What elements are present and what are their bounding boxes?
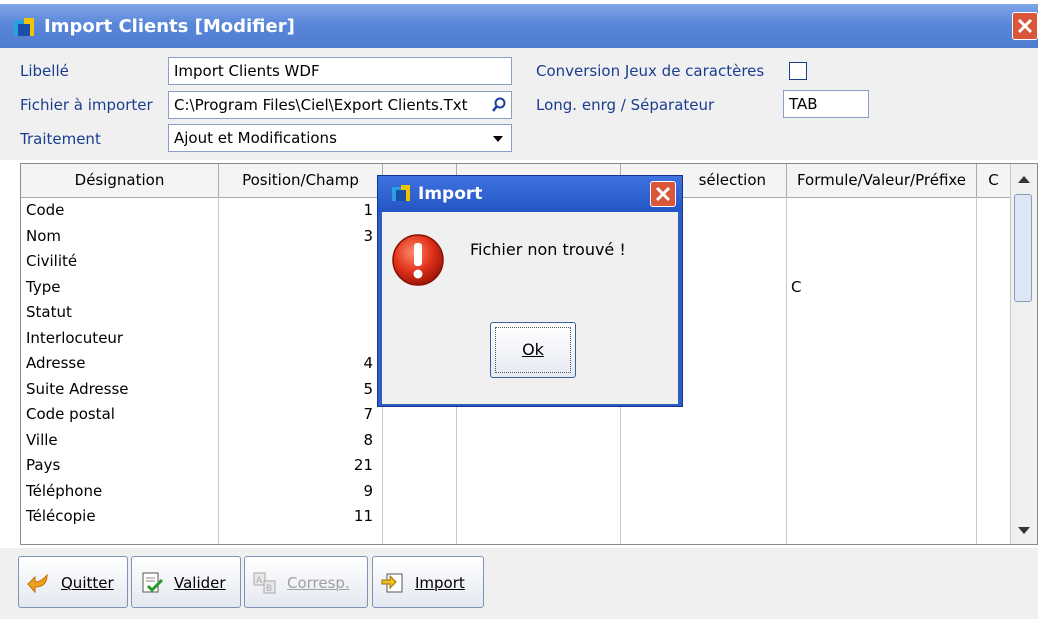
- app-logo-icon: [14, 18, 34, 36]
- import-label: Import: [415, 574, 465, 592]
- traitement-select[interactable]: Ajout et Modifications: [168, 124, 512, 152]
- corresp-label: Corresp.: [287, 574, 350, 592]
- cell-position: 3: [363, 226, 373, 245]
- scroll-up-icon[interactable]: [1018, 176, 1030, 183]
- cell-position: 7: [363, 405, 373, 423]
- cell-designation: Statut: [26, 303, 72, 321]
- table-row[interactable]: Télécopie 11: [21, 507, 1011, 532]
- long-label: Long. enrg / Séparateur: [536, 96, 715, 114]
- cell-position: 8: [363, 430, 373, 449]
- error-icon: [392, 234, 444, 286]
- cell-designation: Code postal: [26, 405, 115, 423]
- search-icon[interactable]: [491, 97, 507, 113]
- cell-designation: Pays: [26, 456, 61, 474]
- dialog-close-button[interactable]: [650, 181, 676, 207]
- dialog-title: Import: [418, 184, 483, 204]
- table-row[interactable]: Ville 8: [21, 431, 1011, 456]
- traitement-value: Ajout et Modifications: [174, 129, 337, 147]
- app-logo-icon: [392, 185, 410, 201]
- ok-button[interactable]: Ok: [490, 322, 576, 378]
- column-header-position[interactable]: Position/Champ: [219, 164, 383, 197]
- chevron-down-icon: [493, 136, 503, 142]
- cell-position: 11: [353, 507, 373, 525]
- bottom-toolbar: Quitter Valider A B Corresp. Import: [0, 548, 1038, 619]
- import-icon: [381, 573, 403, 593]
- valider-label: Valider: [174, 574, 226, 592]
- back-arrow-icon: [27, 573, 48, 594]
- cell-designation: Code: [26, 201, 65, 219]
- dialog-body: Fichier non trouvé ! Ok: [382, 212, 678, 404]
- import-clients-window: Import Clients [Modifier] Libellé Import…: [0, 0, 1038, 619]
- quitter-label: Quitter: [61, 574, 114, 592]
- error-dialog: Import Fichier non trouvé ! Ok: [377, 175, 683, 407]
- column-header-designation[interactable]: Désignation: [21, 164, 219, 197]
- close-icon: [1017, 18, 1033, 34]
- cell-designation: Nom: [26, 226, 62, 245]
- fichier-value: C:\Program Files\Ciel\Export Clients.Txt: [174, 96, 468, 114]
- cell-position: 21: [353, 456, 373, 474]
- cell-designation: Ville: [26, 430, 58, 449]
- import-button[interactable]: Import: [372, 556, 484, 608]
- scroll-down-icon[interactable]: [1018, 527, 1030, 534]
- dialog-message: Fichier non trouvé !: [470, 240, 626, 259]
- cell-designation: Adresse: [26, 354, 86, 372]
- ok-label: Ok: [522, 340, 544, 359]
- cell-designation: Interlocuteur: [26, 328, 124, 347]
- corresp-button: A B Corresp.: [244, 556, 368, 608]
- valider-button[interactable]: Valider: [131, 556, 241, 608]
- column-header-c[interactable]: C: [977, 164, 1011, 197]
- table-row[interactable]: Pays 21: [21, 456, 1011, 481]
- cell-designation: Civilité: [26, 252, 78, 270]
- svg-text:A: A: [256, 576, 263, 586]
- cell-position: 1: [363, 201, 373, 219]
- traitement-label: Traitement: [20, 130, 101, 148]
- libelle-label: Libellé: [20, 62, 69, 80]
- conversion-label: Conversion Jeux de caractères: [536, 62, 765, 80]
- vertical-scrollbar[interactable]: [1010, 164, 1037, 544]
- ok-focus-rect: Ok: [495, 327, 571, 373]
- table-row[interactable]: Téléphone 9: [21, 482, 1011, 507]
- cell-position: 9: [363, 481, 373, 500]
- libelle-input[interactable]: Import Clients WDF: [168, 57, 512, 85]
- title-bar[interactable]: Import Clients [Modifier]: [0, 4, 1038, 48]
- cell-formula: C: [791, 277, 802, 296]
- cell-designation: Télécopie: [26, 507, 96, 525]
- correspondence-icon: A B: [253, 572, 276, 594]
- separator-input[interactable]: TAB: [783, 90, 869, 118]
- svg-text:B: B: [266, 584, 272, 594]
- cell-position: 5: [363, 379, 373, 398]
- cell-designation: Téléphone: [26, 481, 103, 500]
- cell-designation: Type: [26, 277, 61, 296]
- fichier-label: Fichier à importer: [20, 96, 153, 114]
- import-form: Libellé Import Clients WDF Fichier à imp…: [0, 48, 1038, 160]
- cell-designation: Suite Adresse: [26, 379, 129, 398]
- window-title: Import Clients [Modifier]: [44, 16, 295, 37]
- cell-position: 4: [363, 354, 373, 372]
- validate-document-icon: [142, 572, 164, 593]
- close-icon: [655, 186, 671, 202]
- table-row[interactable]: Code postal 7: [21, 405, 1011, 430]
- scroll-thumb[interactable]: [1014, 194, 1032, 302]
- column-header-formule[interactable]: Formule/Valeur/Préfixe: [787, 164, 977, 197]
- quitter-button[interactable]: Quitter: [18, 556, 128, 608]
- conversion-checkbox[interactable]: [789, 62, 807, 80]
- window-close-button[interactable]: [1012, 12, 1038, 40]
- fichier-input[interactable]: C:\Program Files\Ciel\Export Clients.Txt: [168, 91, 512, 119]
- dialog-title-bar[interactable]: Import: [378, 176, 682, 212]
